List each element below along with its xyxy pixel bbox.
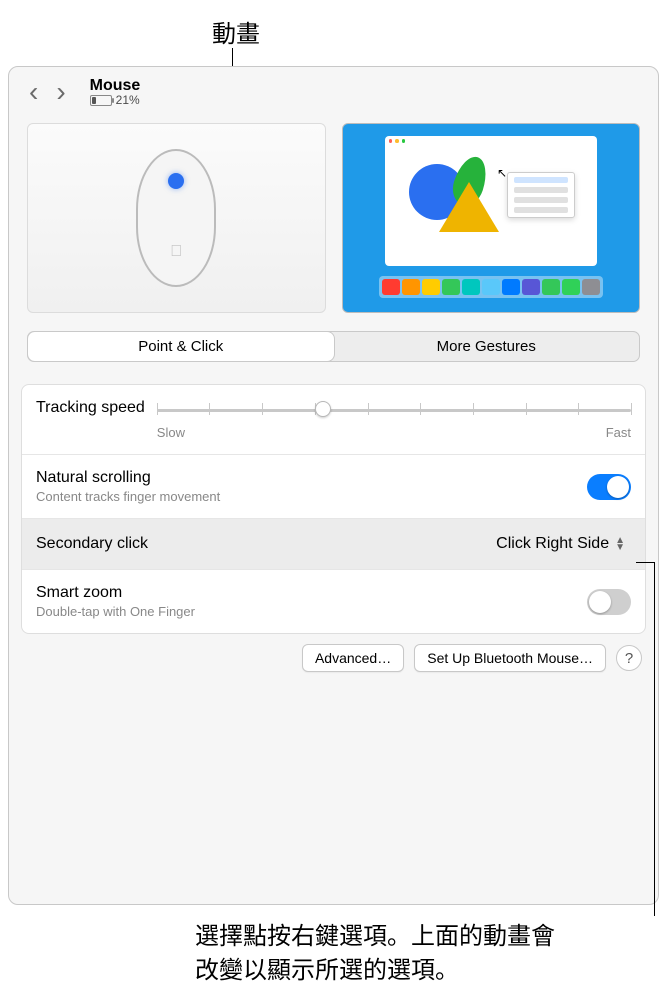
mouse-top-indicator	[168, 173, 184, 189]
preview-row:  ↖	[9, 123, 658, 313]
help-button[interactable]: ?	[616, 645, 642, 671]
tracking-speed-slider[interactable]	[157, 399, 631, 421]
secondary-click-popup[interactable]: Click Right Side ▲▼	[490, 533, 631, 555]
setup-bluetooth-mouse-button[interactable]: Set Up Bluetooth Mouse…	[414, 644, 606, 672]
smart-zoom-label: Smart zoom	[36, 584, 195, 602]
annotation-callout-line-v	[654, 562, 655, 916]
row-smart-zoom: Smart zoom Double-tap with One Finger	[22, 570, 645, 633]
battery-icon	[90, 95, 112, 106]
forward-button[interactable]: ›	[52, 78, 69, 106]
back-button[interactable]: ‹	[25, 78, 42, 106]
battery-percent: 21%	[116, 93, 140, 107]
annotation-bottom-line2: 改變以顯示所選的選項。	[195, 957, 459, 984]
header-title-block: Mouse 21%	[90, 77, 141, 108]
footer-buttons: Advanced… Set Up Bluetooth Mouse… ?	[9, 634, 658, 682]
settings-list: Tracking speed Slow Fast Natural scrolli…	[21, 384, 646, 634]
gesture-animation-panel: ↖	[342, 123, 641, 313]
tab-more-gestures[interactable]: More Gestures	[334, 332, 640, 361]
advanced-button[interactable]: Advanced…	[302, 644, 404, 672]
context-menu-illustration	[507, 172, 575, 218]
tab-bar: Point & Click More Gestures	[27, 331, 640, 362]
slider-fast-label: Fast	[606, 425, 631, 440]
annotation-top: 動畫	[212, 14, 260, 49]
annotation-callout-line-h	[636, 562, 654, 563]
natural-scrolling-toggle[interactable]	[587, 474, 631, 500]
slider-slow-label: Slow	[157, 425, 185, 440]
secondary-click-label: Secondary click	[36, 535, 148, 553]
smart-zoom-toggle[interactable]	[587, 589, 631, 615]
apple-logo-icon: 	[170, 243, 182, 261]
mouse-preview-panel: 	[27, 123, 326, 313]
annotation-bottom: 選擇點按右鍵選項。上面的動畫會 改變以顯示所選的選項。	[195, 920, 652, 987]
natural-scrolling-sublabel: Content tracks finger movement	[36, 489, 220, 504]
secondary-click-value: Click Right Side	[496, 535, 609, 553]
row-secondary-click: Secondary click Click Right Side ▲▼	[22, 519, 645, 570]
annotation-bottom-line1: 選擇點按右鍵選項。上面的動畫會	[195, 923, 555, 950]
battery-row: 21%	[90, 93, 141, 107]
natural-scrolling-label: Natural scrolling	[36, 469, 220, 487]
preferences-window: ‹ › Mouse 21%  ↖	[8, 66, 659, 905]
gesture-mini-window: ↖	[385, 136, 598, 266]
smart-zoom-sublabel: Double-tap with One Finger	[36, 604, 195, 619]
tracking-speed-label: Tracking speed	[36, 399, 145, 417]
mouse-illustration: 	[136, 149, 216, 287]
page-title: Mouse	[90, 77, 141, 95]
window-header: ‹ › Mouse 21%	[9, 67, 658, 117]
chevron-up-down-icon: ▲▼	[615, 537, 625, 551]
row-natural-scrolling: Natural scrolling Content tracks finger …	[22, 455, 645, 519]
row-tracking-speed: Tracking speed Slow Fast	[22, 385, 645, 455]
cursor-icon: ↖	[497, 166, 507, 180]
tab-point-and-click[interactable]: Point & Click	[28, 332, 334, 361]
dock-swatches	[379, 276, 603, 298]
